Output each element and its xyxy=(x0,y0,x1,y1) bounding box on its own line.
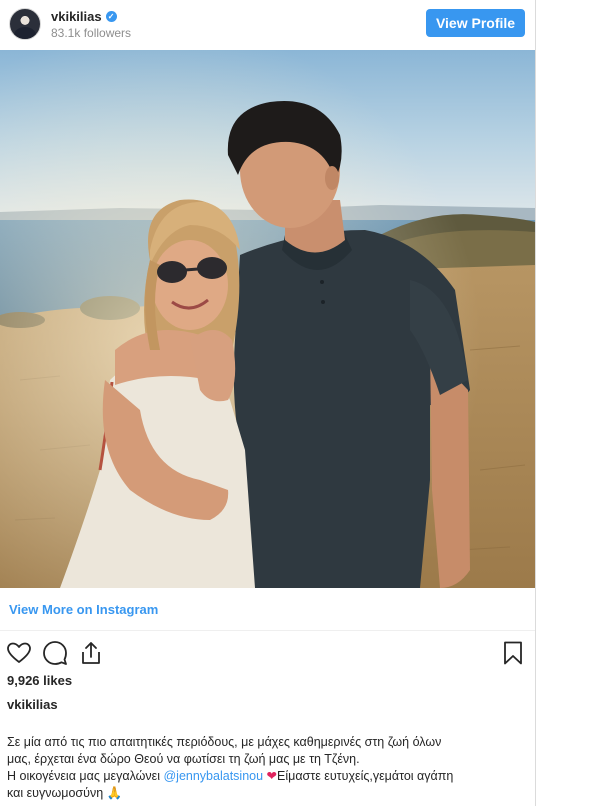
view-more-link[interactable]: View More on Instagram xyxy=(9,602,158,617)
caption-text: και ευγνωμοσύνη xyxy=(7,786,104,800)
username-row: vkikilias ✓ xyxy=(51,8,117,24)
red-heart-emoji-icon: ❤ xyxy=(266,769,278,783)
heart-icon[interactable] xyxy=(6,640,32,666)
post-caption: Σε μία από τις πιο απαιτητικές περιόδους… xyxy=(7,734,527,802)
share-icon[interactable] xyxy=(78,640,104,666)
followers-count: 83.1k followers xyxy=(51,26,132,40)
avatar[interactable] xyxy=(9,8,41,40)
caption-line: Η οικογένεια μας μεγαλώνει @jennybalatsi… xyxy=(7,768,527,785)
instagram-embed-card: vkikilias ✓ 83.1k followers View Profile xyxy=(0,0,536,806)
caption-line: Σε μία από τις πιο απαιτητικές περιόδους… xyxy=(7,735,442,749)
username-link[interactable]: vkikilias xyxy=(51,9,102,24)
praying-hands-emoji-icon: 🙏 xyxy=(106,786,123,800)
likes-count[interactable]: 9,926 likes xyxy=(7,673,72,688)
caption-line: μας, έρχεται ένα δώρο Θεού να φωτίσει τη… xyxy=(7,752,360,766)
post-photo[interactable] xyxy=(0,50,535,588)
mention-link[interactable]: @jennybalatsinou xyxy=(163,769,263,783)
caption-username-link[interactable]: vkikilias xyxy=(7,697,58,712)
caption-line: και ευγνωμοσύνη 🙏 xyxy=(7,785,527,802)
divider xyxy=(0,630,535,631)
avatar-figure xyxy=(14,27,36,39)
caption-text: Είμαστε ευτυχείς,γεμάτοι αγάπη xyxy=(277,769,454,783)
verified-badge-icon: ✓ xyxy=(105,10,117,22)
comment-icon[interactable] xyxy=(42,640,68,666)
bookmark-icon[interactable] xyxy=(500,640,526,666)
caption-text: Η οικογένεια μας μεγαλώνει xyxy=(7,769,164,783)
couple-photo-image xyxy=(0,50,535,588)
view-profile-button[interactable]: View Profile xyxy=(426,9,525,37)
post-header: vkikilias ✓ 83.1k followers View Profile xyxy=(0,0,535,50)
